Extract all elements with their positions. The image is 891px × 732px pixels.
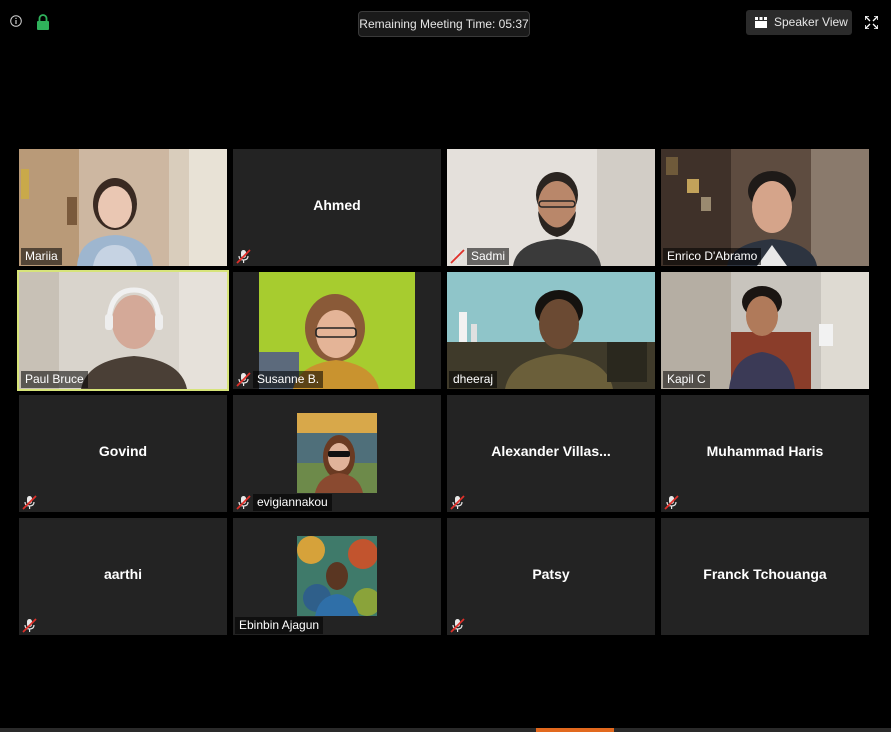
- bottom-accent-indicator: [536, 728, 614, 732]
- participant-tile[interactable]: Alexander Villas...: [447, 395, 655, 512]
- muted-mic-icon: [664, 495, 679, 510]
- participant-tile[interactable]: dheeraj: [447, 272, 655, 389]
- muted-mic-icon: [236, 249, 251, 264]
- participant-tile[interactable]: Franck Tchouanga: [661, 518, 869, 635]
- participant-name: Susanne B.: [253, 371, 324, 388]
- participant-tile[interactable]: Ebinbin Ajagun: [233, 518, 441, 635]
- muted-mic-icon: [22, 495, 37, 510]
- participant-avatar: [297, 536, 377, 616]
- bottom-bar: [0, 728, 891, 732]
- participant-tile[interactable]: Sadmi: [447, 149, 655, 266]
- participant-tile[interactable]: Enrico D'Abramo: [661, 149, 869, 266]
- lock-icon[interactable]: [36, 14, 50, 30]
- remaining-meeting-time: Remaining Meeting Time: 05:37: [358, 11, 530, 37]
- participant-name: Ahmed: [313, 197, 361, 213]
- participant-name: evigiannakou: [253, 494, 332, 511]
- muted-mic-icon: [450, 495, 465, 510]
- participant-tile[interactable]: Patsy: [447, 518, 655, 635]
- participant-name: Alexander Villas...: [491, 443, 611, 459]
- speaker-view-label: Speaker View: [774, 15, 848, 29]
- participant-name: Paul Bruce: [21, 371, 88, 388]
- muted-mic-icon: [236, 495, 251, 510]
- muted-mic-icon: [22, 618, 37, 633]
- participant-name: Franck Tchouanga: [703, 566, 827, 582]
- speaker-view-icon: [755, 17, 767, 28]
- participant-name: aarthi: [103, 566, 143, 582]
- participant-tile[interactable]: Govind: [19, 395, 227, 512]
- participant-avatar: [297, 413, 377, 493]
- participant-tile[interactable]: Muhammad Haris: [661, 395, 869, 512]
- participant-name: Mariia: [21, 248, 62, 265]
- muted-mic-icon: [450, 249, 465, 264]
- muted-mic-icon: [450, 618, 465, 633]
- participant-name: Govind: [98, 443, 148, 459]
- participant-name: Patsy: [532, 566, 570, 582]
- participant-name: Muhammad Haris: [706, 443, 824, 459]
- participant-name: Ebinbin Ajagun: [235, 617, 324, 634]
- fullscreen-icon[interactable]: [865, 16, 878, 29]
- info-icon[interactable]: [10, 15, 22, 27]
- participant-tile[interactable]: Kapil C: [661, 272, 869, 389]
- muted-mic-icon: [236, 372, 251, 387]
- speaker-view-button[interactable]: Speaker View: [746, 10, 852, 35]
- participant-tile-active-speaker[interactable]: Paul Bruce: [17, 270, 229, 391]
- participant-name: Sadmi: [467, 248, 510, 265]
- participant-name: Kapil C: [663, 371, 710, 388]
- participant-tile[interactable]: Ahmed: [233, 149, 441, 266]
- participant-tile[interactable]: evigiannakou: [233, 395, 441, 512]
- top-bar: Remaining Meeting Time: 05:37 Speaker Vi…: [0, 0, 891, 46]
- participant-name: dheeraj: [449, 371, 498, 388]
- participant-tile[interactable]: Susanne B.: [233, 272, 441, 389]
- participant-tile[interactable]: Mariia: [19, 149, 227, 266]
- participant-name: Enrico D'Abramo: [663, 248, 762, 265]
- participant-tile[interactable]: aarthi: [19, 518, 227, 635]
